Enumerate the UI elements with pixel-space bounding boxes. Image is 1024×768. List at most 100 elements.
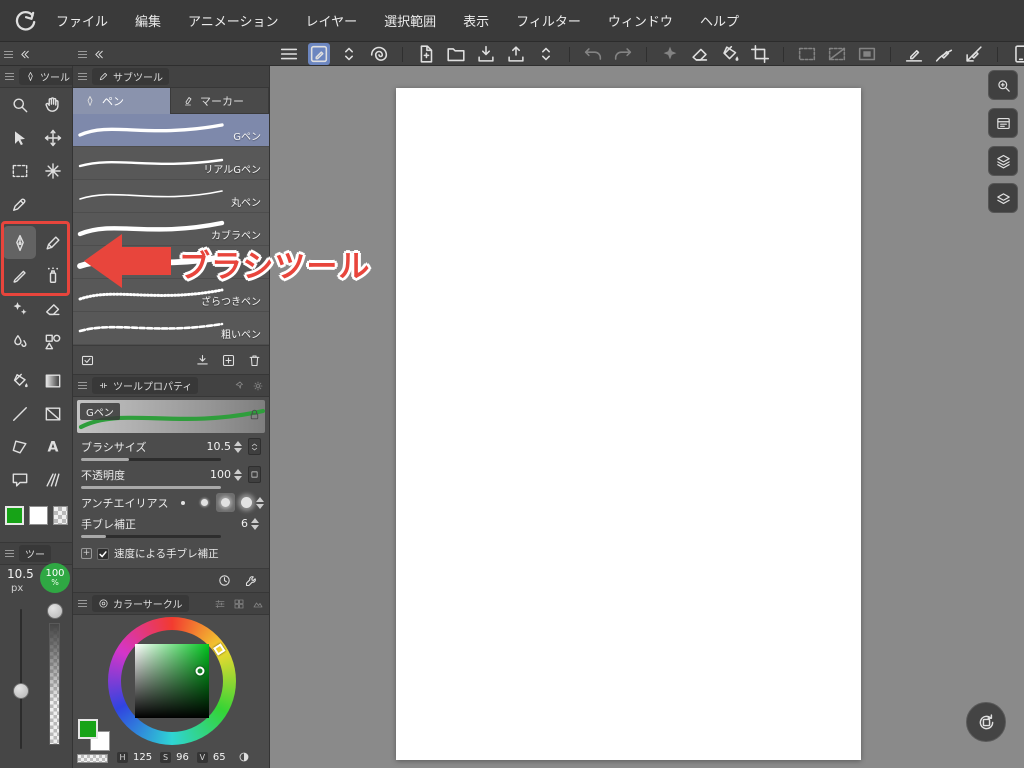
opacity-slider-knob[interactable] xyxy=(47,603,63,619)
drawing-canvas[interactable] xyxy=(396,88,861,760)
new-canvas-icon[interactable] xyxy=(415,43,437,65)
menu-item-animation[interactable]: アニメーション xyxy=(188,11,278,30)
crop-icon[interactable] xyxy=(749,43,771,65)
subtool-item-round-pen[interactable]: 丸ペン xyxy=(73,180,269,213)
opacity-slider-track[interactable] xyxy=(49,623,60,745)
eraser-tool[interactable] xyxy=(36,292,69,325)
fill-icon[interactable] xyxy=(719,43,741,65)
menu-item-filter[interactable]: フィルター xyxy=(516,11,581,30)
antialias-stepper[interactable] xyxy=(255,496,264,509)
balloon-tool[interactable] xyxy=(3,463,36,496)
edit-mode-icon[interactable] xyxy=(308,43,330,65)
drag-handle-icon[interactable] xyxy=(4,50,13,58)
saturation-value-square[interactable] xyxy=(135,644,209,718)
opacity-slider[interactable] xyxy=(81,486,221,489)
snap-grid-icon[interactable] xyxy=(963,43,985,65)
decoration-tool[interactable] xyxy=(3,292,36,325)
figure-tool[interactable] xyxy=(36,325,69,358)
auto-select-tool[interactable] xyxy=(36,154,69,187)
antialias-weak-button[interactable] xyxy=(195,493,214,512)
blend-tool[interactable] xyxy=(3,325,36,358)
drag-handle-icon[interactable] xyxy=(5,73,14,80)
stabilization-stepper[interactable] xyxy=(251,517,259,530)
gear-icon[interactable] xyxy=(252,380,264,392)
stream-line-tool[interactable] xyxy=(36,463,69,496)
gradient-tool[interactable] xyxy=(36,364,69,397)
save-file-icon[interactable] xyxy=(475,43,497,65)
fill-tool[interactable] xyxy=(3,364,36,397)
import-subtool-icon[interactable] xyxy=(195,353,210,368)
invert-selection-icon[interactable] xyxy=(856,43,878,65)
sub-color-swatch[interactable] xyxy=(29,505,48,525)
menu-item-window[interactable]: ウィンドウ xyxy=(608,11,673,30)
marquee-select-tool[interactable] xyxy=(3,154,36,187)
sparkle-icon[interactable] xyxy=(659,43,681,65)
subtool-item-g-pen[interactable]: Gペン xyxy=(73,114,269,147)
speed-stabilization-checkbox[interactable] xyxy=(97,547,109,560)
toggle-chevrons-icon[interactable] xyxy=(535,43,557,65)
frame-border-tool[interactable] xyxy=(36,397,69,430)
selection-launcher-icon[interactable] xyxy=(796,43,818,65)
menu-item-file[interactable]: ファイル xyxy=(56,11,108,30)
clear-icon[interactable] xyxy=(689,43,711,65)
menu-item-layer[interactable]: レイヤー xyxy=(306,11,358,30)
brush-size-stepper[interactable] xyxy=(234,440,242,453)
drag-handle-icon[interactable] xyxy=(78,50,87,58)
subtool-tab[interactable]: サブツール xyxy=(92,68,169,85)
stabilization-slider[interactable] xyxy=(81,535,221,538)
line-tool[interactable] xyxy=(3,397,36,430)
show-settings-icon[interactable] xyxy=(80,353,95,368)
main-color-swatch[interactable] xyxy=(5,505,24,525)
transparent-color-swatch[interactable] xyxy=(53,505,68,525)
opacity-badge[interactable]: 100 % xyxy=(40,563,70,593)
reset-defaults-icon[interactable] xyxy=(217,573,232,588)
color-circle-tab[interactable]: カラーサークル xyxy=(92,595,189,612)
subtool-item-coarse-pen[interactable]: 粗いペン xyxy=(73,312,269,345)
undo-icon[interactable] xyxy=(582,43,604,65)
brush-size-slider-knob[interactable] xyxy=(13,683,29,699)
add-subtool-icon[interactable] xyxy=(221,353,236,368)
deselect-icon[interactable] xyxy=(826,43,848,65)
snap-ruler-icon[interactable] xyxy=(903,43,925,65)
wrench-icon[interactable] xyxy=(244,573,259,588)
export-file-icon[interactable] xyxy=(505,43,527,65)
main-menu-icon[interactable] xyxy=(278,43,300,65)
hand-tool[interactable] xyxy=(36,88,69,121)
zoom-tool[interactable] xyxy=(3,88,36,121)
menu-item-selection[interactable]: 選択範囲 xyxy=(384,11,436,30)
transparent-color-strip[interactable] xyxy=(77,754,108,763)
sv-marker[interactable] xyxy=(195,666,205,676)
brush-size-slider[interactable] xyxy=(81,458,221,461)
size-palette-tab[interactable]: ツー xyxy=(19,545,51,562)
lock-icon[interactable] xyxy=(248,408,261,421)
eyedropper-tool[interactable] xyxy=(3,187,36,220)
antialias-none-button[interactable] xyxy=(174,493,193,512)
redo-icon[interactable] xyxy=(612,43,634,65)
color-set-tab-icon[interactable] xyxy=(233,598,245,610)
layer-property-panel-button[interactable] xyxy=(988,183,1018,213)
antialias-strong-button[interactable] xyxy=(237,493,256,512)
expand-icon[interactable]: + xyxy=(81,548,92,559)
drag-handle-icon[interactable] xyxy=(78,600,87,607)
open-file-icon[interactable] xyxy=(445,43,467,65)
color-mixing-tab-icon[interactable] xyxy=(252,598,264,610)
collapse-left-icon[interactable] xyxy=(92,48,105,61)
indicator-toggle-icon[interactable] xyxy=(248,438,261,455)
tool-palette-tab[interactable]: ツール xyxy=(19,68,72,85)
drag-handle-icon[interactable] xyxy=(78,382,87,389)
main-color-swatch[interactable] xyxy=(78,719,98,739)
color-mode-icon[interactable] xyxy=(238,751,250,763)
color-slider-tab-icon[interactable] xyxy=(214,598,226,610)
menu-item-edit[interactable]: 編集 xyxy=(135,11,161,30)
snap-special-ruler-icon[interactable] xyxy=(933,43,955,65)
drag-handle-icon[interactable] xyxy=(78,73,87,80)
delete-subtool-icon[interactable] xyxy=(247,353,262,368)
zoom-navigator-button[interactable] xyxy=(988,70,1018,100)
drag-handle-icon[interactable] xyxy=(5,550,14,557)
tab-pen[interactable]: ペン xyxy=(73,88,171,114)
opacity-stepper[interactable] xyxy=(234,468,242,481)
menu-item-view[interactable]: 表示 xyxy=(463,11,489,30)
move-layer-tool[interactable] xyxy=(36,121,69,154)
antialias-middle-button[interactable] xyxy=(215,493,235,512)
collapse-left-icon[interactable] xyxy=(18,48,31,61)
